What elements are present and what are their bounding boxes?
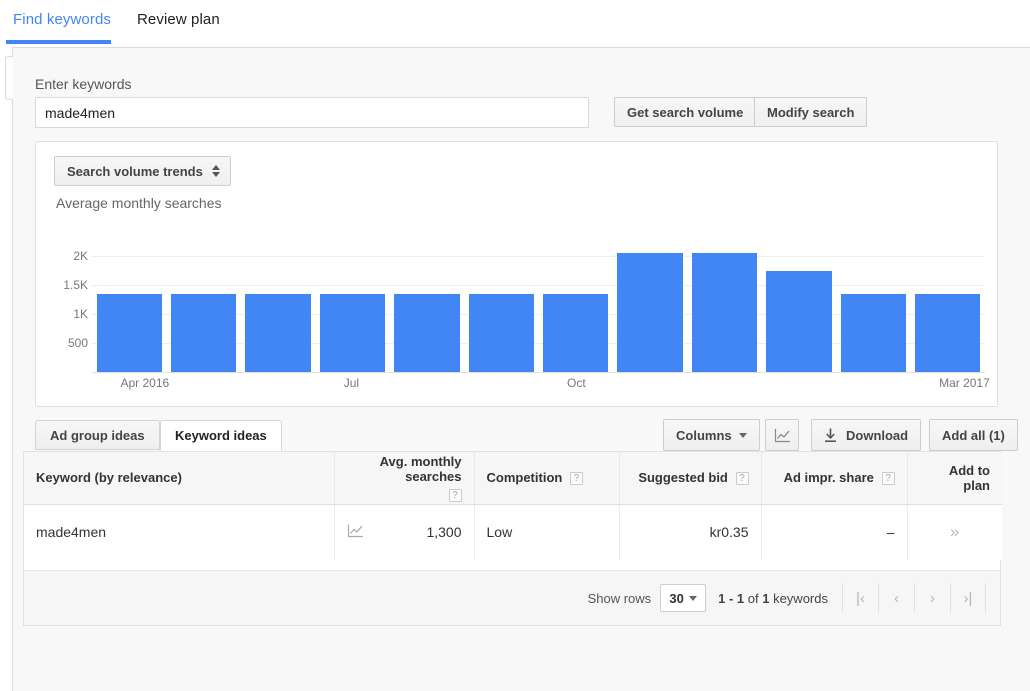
chart-bar[interactable] — [468, 293, 534, 372]
y-tick-label: 500 — [67, 336, 88, 350]
chart-toggle-button[interactable] — [765, 419, 799, 451]
download-icon — [825, 428, 836, 442]
cell-avg-monthly-searches: 1,300 — [334, 504, 475, 560]
axis-baseline — [92, 372, 985, 373]
pager-prev-button[interactable]: ‹ — [878, 583, 914, 613]
show-rows-label: Show rows — [587, 590, 652, 606]
add-all-button[interactable]: Add all (1) — [929, 419, 1018, 451]
chart-bar[interactable] — [840, 293, 907, 372]
tab-keyword-ideas[interactable]: Keyword ideas — [160, 420, 282, 451]
chart-bar[interactable] — [319, 293, 386, 372]
result-count: 1 - 1 of 1 keywords — [718, 591, 828, 606]
x-tick-label: Jul — [343, 376, 360, 390]
top-tab-bar: Find keywords Review plan — [0, 0, 1030, 45]
help-icon-suggested-bid[interactable]: ? — [735, 472, 749, 486]
chart-bar[interactable] — [766, 270, 832, 372]
download-button[interactable]: Download — [811, 419, 922, 451]
col-header-suggested-bid[interactable]: Suggested bid ? — [619, 452, 762, 505]
table-pagination: Show rows 30 1 - 1 of 1 keywords |‹ ‹ › … — [24, 570, 1000, 625]
col-header-avg-label: Avg. monthly searches — [379, 453, 462, 484]
keyword-search-input[interactable] — [35, 97, 589, 128]
count-middle: of — [744, 590, 763, 606]
row-trend-chart-icon[interactable] — [347, 524, 364, 541]
x-tick-label: Oct — [567, 376, 586, 390]
col-header-add-to-plan: Add to plan — [907, 452, 1002, 505]
chart-bar[interactable] — [691, 253, 758, 372]
tab-review-plan[interactable]: Review plan — [137, 11, 220, 28]
chart-x-axis: Apr 2016 Jul Oct Mar 2017 — [92, 376, 990, 396]
rows-per-page-select[interactable]: 30 — [660, 584, 707, 612]
pager-next-button[interactable]: › — [914, 583, 950, 613]
x-tick-label: Mar 2017 — [939, 376, 990, 390]
columns-button[interactable]: Columns — [663, 419, 760, 451]
col-header-avg-monthly-searches[interactable]: Avg. monthly searches ? — [334, 452, 475, 505]
help-icon-avg-searches[interactable]: ? — [448, 488, 462, 502]
help-icon-ad-impr-share[interactable]: ? — [881, 472, 895, 486]
chart-metric-label: Search volume trends — [67, 163, 203, 179]
table-row: made4men 1,300 Low kr0.35 – » — [24, 504, 1002, 560]
rows-per-page-value: 30 — [669, 590, 684, 606]
keyword-ideas-table: Keyword (by relevance) Avg. monthly sear… — [23, 451, 1002, 626]
content-panel: Enter keywords Get search volume Modify … — [5, 47, 1030, 691]
active-tab-underline — [6, 40, 111, 44]
avg-searches-value: 1,300 — [426, 524, 462, 541]
col-header-suggested-bid-label: Suggested bid — [638, 470, 728, 486]
col-header-ad-impr-share-label: Ad impr. share — [783, 470, 874, 486]
chart-bar[interactable] — [394, 293, 460, 372]
chevron-down-icon — [688, 595, 697, 601]
chart-bar[interactable] — [915, 293, 981, 372]
chart-bar[interactable] — [245, 293, 311, 372]
search-volume-chart-card: Search volume trends Average monthly sea… — [35, 141, 998, 407]
y-tick-label: 2K — [73, 249, 88, 263]
chevron-double-right-icon[interactable]: » — [950, 522, 959, 541]
columns-label: Columns — [676, 427, 732, 443]
col-header-keyword[interactable]: Keyword (by relevance) — [24, 452, 335, 505]
col-header-ad-impr-share[interactable]: Ad impr. share ? — [761, 452, 908, 505]
help-icon-competition[interactable]: ? — [569, 472, 583, 486]
count-range: 1 - 1 — [718, 590, 745, 606]
left-edge-sliver — [5, 56, 13, 100]
chart-y-axis: 500 1K 1.5K 2K — [36, 223, 88, 453]
tab-find-keywords[interactable]: Find keywords — [13, 11, 111, 28]
chart-bars — [92, 223, 985, 372]
count-suffix: keywords — [769, 590, 828, 606]
y-tick-label: 1.5K — [63, 278, 88, 292]
chart-metric-selector[interactable]: Search volume trends — [54, 156, 231, 186]
cell-add-to-plan[interactable]: » — [907, 504, 1002, 560]
cell-keyword: made4men — [24, 504, 335, 560]
table-header-row: Keyword (by relevance) Avg. monthly sear… — [24, 452, 1002, 505]
chart-bar[interactable] — [96, 293, 162, 372]
chart-bar[interactable] — [170, 293, 237, 372]
pager-first-button[interactable]: |‹ — [842, 583, 878, 613]
x-tick-label: Apr 2016 — [120, 376, 170, 390]
chevron-updown-icon — [211, 165, 220, 177]
col-header-competition-label: Competition — [486, 470, 563, 486]
chart-title: Average monthly searches — [56, 195, 222, 211]
tab-ad-group-ideas[interactable]: Ad group ideas — [35, 420, 160, 450]
get-search-volume-button[interactable]: Get search volume — [614, 97, 757, 127]
chart-bar[interactable] — [543, 293, 609, 372]
cell-suggested-bid: kr0.35 — [619, 504, 762, 560]
col-header-competition[interactable]: Competition ? — [474, 452, 620, 505]
chart-bar[interactable] — [617, 253, 683, 372]
line-chart-icon — [774, 428, 790, 442]
cell-competition: Low — [474, 504, 620, 560]
enter-keywords-label: Enter keywords — [35, 76, 132, 92]
y-tick-label: 1K — [73, 307, 88, 321]
cell-ad-impr-share: – — [761, 504, 908, 560]
keyword-planner-page: Find keywords Review plan Enter keywords… — [0, 0, 1030, 691]
modify-search-button[interactable]: Modify search — [754, 97, 868, 127]
pager-last-button[interactable]: ›| — [950, 583, 986, 613]
download-label: Download — [846, 427, 909, 443]
chevron-down-icon — [738, 432, 747, 438]
